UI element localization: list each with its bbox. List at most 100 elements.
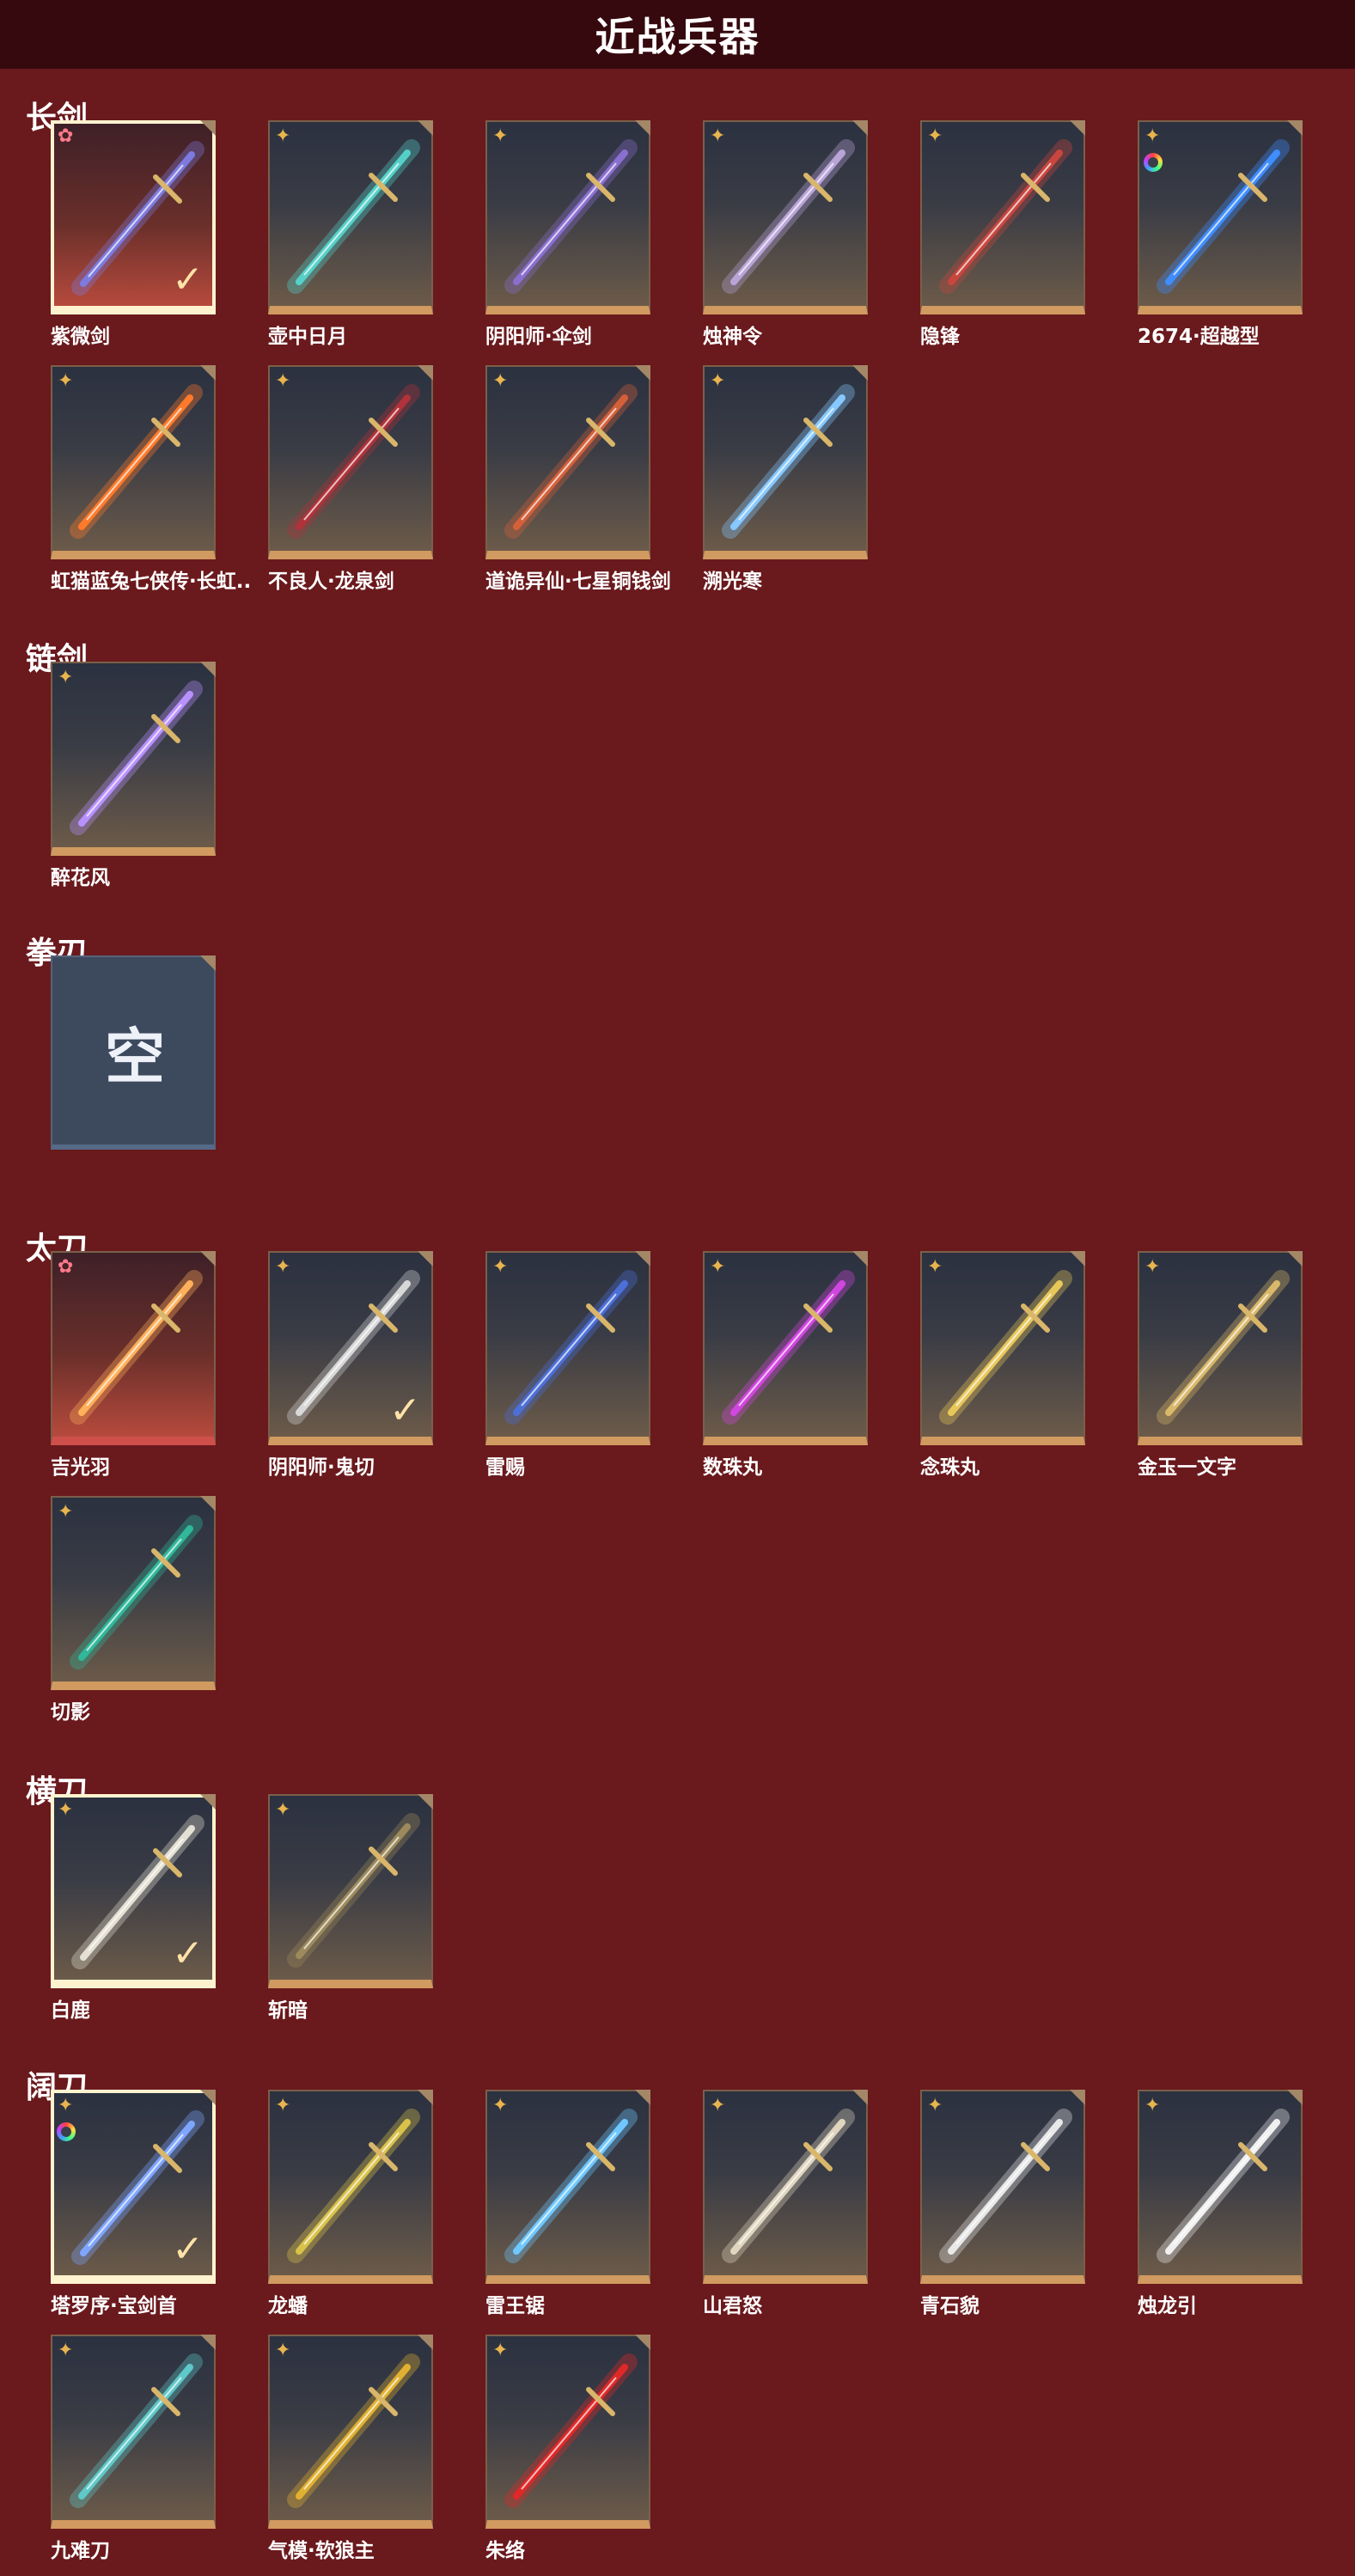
weapon-name: 金玉一文字 xyxy=(1138,1456,1236,1479)
weapon-card[interactable]: ✦ xyxy=(485,1251,650,1445)
star-rank-icon: ✦ xyxy=(710,1256,726,1278)
weapon-card[interactable]: ✦ xyxy=(268,2090,433,2284)
corner-tab-icon xyxy=(635,2335,650,2350)
card-frame: 空 xyxy=(51,955,216,1150)
weapon-name: 朱络 xyxy=(485,2540,525,2562)
weapon-card[interactable]: ✦ xyxy=(703,120,868,314)
rainbow-ring-icon xyxy=(1144,153,1163,172)
corner-tab-icon xyxy=(635,365,650,381)
weapon-name: 斩暗 xyxy=(268,1999,308,2022)
weapon-card[interactable]: ✦ xyxy=(51,662,216,856)
weapon-image xyxy=(939,139,1072,294)
weapon-card[interactable]: ✦ xyxy=(703,365,868,559)
star-rank-icon: ✦ xyxy=(1144,2095,1161,2116)
card-frame xyxy=(485,2090,650,2284)
card-frame xyxy=(920,1251,1085,1445)
weapon-image xyxy=(504,2109,638,2263)
weapon-card[interactable]: ✦ xyxy=(51,2335,216,2529)
weapon-name: 九难刀 xyxy=(51,2540,110,2562)
weapon-image xyxy=(1157,2109,1290,2263)
card-frame xyxy=(1138,2090,1303,2284)
weapon-name: 阴阳师·鬼切 xyxy=(268,1456,375,1479)
weapon-card[interactable]: ✦ xyxy=(920,1251,1085,1445)
card-frame xyxy=(920,120,1085,314)
checkmark-icon: ✓ xyxy=(389,1389,421,1432)
weapon-card[interactable]: ✦ xyxy=(485,2090,650,2284)
corner-tab-icon xyxy=(200,662,216,677)
card-frame xyxy=(703,2090,868,2284)
weapon-card[interactable]: ✦ xyxy=(485,365,650,559)
card-frame xyxy=(485,1251,650,1445)
weapon-image xyxy=(287,2109,420,2263)
page-header: 近战兵器 xyxy=(0,0,1355,69)
corner-tab-icon xyxy=(418,120,433,136)
corner-tab-icon xyxy=(418,1251,433,1267)
weapon-card[interactable]: ✦ xyxy=(51,365,216,559)
card-frame xyxy=(268,120,433,314)
corner-tab-icon xyxy=(852,365,868,381)
weapon-image xyxy=(722,384,855,539)
weapon-card[interactable]: ✦ xyxy=(268,1794,433,1988)
weapon-card[interactable]: ✦ xyxy=(1138,1251,1303,1445)
corner-tab-icon xyxy=(200,2335,216,2350)
weapon-name: 雷王锯 xyxy=(485,2295,545,2317)
weapon-card[interactable]: ✦ xyxy=(1138,120,1303,314)
weapon-image xyxy=(504,1270,638,1425)
weapon-card[interactable]: ✦ ✓ xyxy=(51,1794,216,1988)
weapon-name: 虹猫蓝兔七侠传·长虹.. xyxy=(51,571,252,593)
weapon-card[interactable]: ✦ ✓ xyxy=(268,1251,433,1445)
card-frame xyxy=(268,2335,433,2529)
star-rank-icon: ✦ xyxy=(492,2340,509,2361)
star-rank-icon: ✦ xyxy=(492,125,509,147)
weapon-name: 紫微剑 xyxy=(51,326,110,348)
weapon-image xyxy=(70,681,203,835)
star-rank-icon: ✦ xyxy=(58,2095,74,2116)
star-rank-icon: ✦ xyxy=(58,370,74,392)
flower-rank-icon: ✿ xyxy=(58,125,74,147)
weapon-card[interactable]: ✦ xyxy=(920,120,1085,314)
empty-slot[interactable]: 空 xyxy=(51,955,216,1150)
weapon-name: 雷赐 xyxy=(485,1456,525,1479)
corner-tab-icon xyxy=(200,2090,216,2105)
corner-tab-icon xyxy=(1070,120,1085,136)
weapon-card[interactable]: ✦ xyxy=(703,1251,868,1445)
weapon-card[interactable]: ✿ xyxy=(51,1251,216,1445)
weapon-image xyxy=(504,384,638,539)
weapon-card[interactable]: ✦ xyxy=(703,2090,868,2284)
weapon-image xyxy=(722,1270,855,1425)
weapon-image xyxy=(722,2109,855,2263)
weapon-name: 山君怒 xyxy=(703,2295,762,2317)
weapon-card[interactable]: ✦ xyxy=(1138,2090,1303,2284)
weapon-card[interactable]: ✿ ✓ xyxy=(51,120,216,314)
star-rank-icon: ✦ xyxy=(58,1799,74,1821)
card-frame xyxy=(485,120,650,314)
weapon-card[interactable]: ✦ ✓ xyxy=(51,2090,216,2284)
weapon-card[interactable]: ✦ xyxy=(51,1496,216,1690)
weapon-name: 2674·超越型 xyxy=(1138,326,1260,348)
weapon-image xyxy=(722,139,855,294)
weapon-image xyxy=(1157,1270,1290,1425)
corner-tab-icon xyxy=(418,1794,433,1810)
flower-rank-icon: ✿ xyxy=(58,1256,74,1278)
weapon-card[interactable]: ✦ xyxy=(485,2335,650,2529)
card-frame xyxy=(485,2335,650,2529)
page-title: 近战兵器 xyxy=(595,14,760,60)
star-rank-icon: ✦ xyxy=(710,370,726,392)
weapon-card[interactable]: ✦ xyxy=(268,120,433,314)
star-rank-icon: ✦ xyxy=(927,2095,943,2116)
card-frame xyxy=(51,365,216,559)
empty-glyph: 空 xyxy=(105,1022,165,1092)
weapon-card[interactable]: ✦ xyxy=(485,120,650,314)
corner-tab-icon xyxy=(635,1251,650,1267)
weapon-card[interactable]: ✦ xyxy=(920,2090,1085,2284)
weapon-card[interactable]: ✦ xyxy=(268,2335,433,2529)
card-frame xyxy=(268,1794,433,1988)
card-frame xyxy=(703,1251,868,1445)
card-frame xyxy=(1138,1251,1303,1445)
weapon-image xyxy=(504,2353,638,2508)
checkmark-icon: ✓ xyxy=(172,1932,204,1975)
weapon-card[interactable]: ✦ xyxy=(268,365,433,559)
star-rank-icon: ✦ xyxy=(275,2095,291,2116)
star-rank-icon: ✦ xyxy=(492,2095,509,2116)
weapon-name: 烛龙引 xyxy=(1138,2295,1197,2317)
